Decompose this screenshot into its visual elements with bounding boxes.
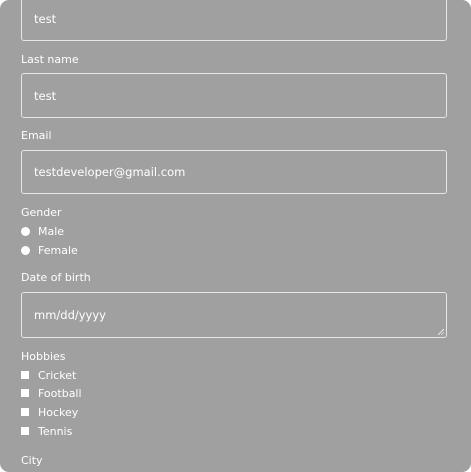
radio-icon[interactable]: [21, 226, 30, 236]
first-name-input[interactable]: test: [21, 0, 447, 41]
gender-label: Gender: [21, 206, 62, 219]
first-name-value: test: [34, 11, 57, 26]
hobby-option-label: Tennis: [38, 424, 73, 438]
hobby-option-tennis[interactable]: Tennis: [21, 424, 72, 438]
hobbies-label: Hobbies: [21, 350, 66, 363]
dob-label: Date of birth: [21, 271, 91, 284]
hobby-option-football[interactable]: Football: [21, 386, 82, 400]
city-label: City: [21, 454, 43, 467]
email-value: testdeveloper@gmail.com: [34, 165, 186, 179]
checkbox-icon[interactable]: [21, 389, 29, 397]
dob-placeholder: mm/dd/yyyy: [34, 308, 106, 322]
hobby-option-label: Hockey: [38, 405, 79, 419]
checkbox-icon[interactable]: [21, 371, 29, 379]
gender-option-female[interactable]: Female: [21, 243, 78, 257]
dob-input[interactable]: mm/dd/yyyy: [21, 292, 447, 338]
hobby-option-label: Cricket: [38, 368, 77, 382]
registration-form: test Last name test Email testdeveloper@…: [0, 0, 471, 472]
radio-icon[interactable]: [21, 245, 30, 255]
checkbox-icon[interactable]: [21, 427, 29, 435]
gender-option-male[interactable]: Male: [21, 224, 64, 238]
hobby-option-cricket[interactable]: Cricket: [21, 368, 76, 382]
checkbox-icon[interactable]: [21, 408, 29, 416]
last-name-input[interactable]: test: [21, 73, 447, 118]
hobby-option-label: Football: [38, 386, 82, 400]
gender-option-label: Male: [38, 224, 65, 238]
gender-option-label: Female: [38, 243, 78, 257]
email-label: Email: [21, 129, 52, 142]
hobby-option-hockey[interactable]: Hockey: [21, 405, 78, 419]
last-name-value: test: [34, 88, 57, 103]
resize-handle-icon[interactable]: [438, 329, 444, 335]
last-name-label: Last name: [21, 53, 79, 66]
email-input[interactable]: testdeveloper@gmail.com: [21, 150, 447, 194]
